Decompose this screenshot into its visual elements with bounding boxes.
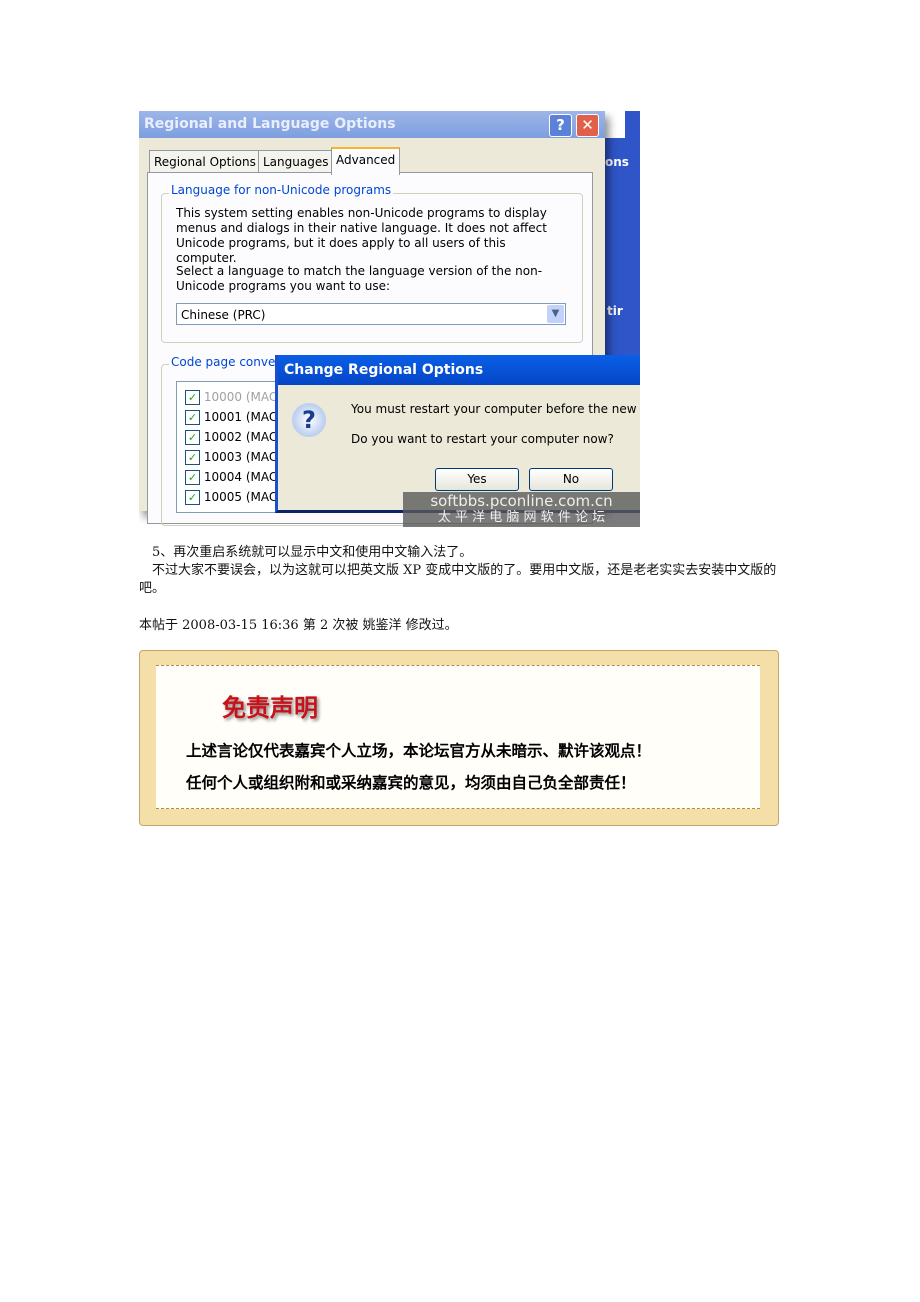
yes-button[interactable]: Yes: [435, 468, 519, 491]
dialog-title: Change Regional Options: [278, 355, 640, 385]
group-label: Code page conver: [169, 355, 283, 369]
chevron-down-icon[interactable]: ▼: [547, 305, 564, 323]
window-title: Regional and Language Options: [139, 111, 605, 138]
list-item[interactable]: ✓ 10003 (MAC: [185, 447, 277, 467]
watermark: softbbs.pconline.com.cn 太 平 洋 电 脑 网 软 件 …: [403, 492, 640, 527]
instruction-text: Select a language to match the language …: [176, 264, 543, 293]
language-select[interactable]: Chinese (PRC) ▼: [176, 303, 566, 325]
tab-advanced[interactable]: Advanced: [331, 147, 401, 175]
no-button[interactable]: No: [529, 468, 613, 491]
embedded-screenshot: ons tir Regional and Language Options ? …: [139, 111, 640, 527]
list-item[interactable]: ✓ 10005 (MAC: [185, 487, 277, 507]
user-link[interactable]: 姚鉴洋: [363, 618, 402, 633]
change-regional-options-dialog: Change Regional Options ? You must resta…: [275, 355, 640, 513]
list-item[interactable]: ✓ 10002 (MAC: [185, 427, 277, 447]
close-icon[interactable]: ✕: [576, 114, 599, 137]
dialog-question: Do you want to restart your computer now…: [351, 432, 614, 446]
disclaimer-line1: 上述言论仅代表嘉宾个人立场，本论坛官方从未暗示、默许该观点！: [186, 742, 652, 760]
list-item[interactable]: ✓ 10001 (MAC: [185, 407, 277, 427]
question-icon: ?: [292, 403, 326, 437]
description-text: This system setting enables non-Unicode …: [176, 206, 547, 265]
list-item[interactable]: ✓ 10004 (MAC: [185, 467, 277, 487]
group-label: Language for non-Unicode programs: [169, 183, 394, 197]
paragraph-note: 不过大家不要误会，以为这就可以把英文版 XP 变成中文版的了。要用中文版，还是老…: [139, 563, 777, 596]
tab-languages[interactable]: Languages: [258, 150, 334, 173]
tab-regional-options[interactable]: Regional Options: [149, 150, 261, 173]
dialog-message: You must restart your computer before th…: [351, 402, 640, 416]
list-item[interactable]: ✓ 10000 (MAC: [185, 387, 277, 407]
disclaimer-line2: 任何个人或组织附和或采纳嘉宾的意见，均须由自己负全部责任！: [186, 774, 636, 792]
disclaimer-banner: 免责声明 上述言论仅代表嘉宾个人立场，本论坛官方从未暗示、默许该观点！ 任何个人…: [139, 650, 779, 826]
edit-note: 本帖于 2008-03-15 16:36 第 2 次被 姚鉴洋 修改过。: [139, 618, 458, 633]
paragraph-step5: 5、再次重启系统就可以显示中文和使用中文输入法了。: [152, 545, 473, 560]
help-icon[interactable]: ?: [549, 114, 572, 137]
disclaimer-title: 免责声明: [222, 694, 318, 722]
code-page-items: ✓ 10000 (MAC ✓ 10001 (MAC ✓ 10002 (MAC ✓…: [185, 387, 277, 507]
